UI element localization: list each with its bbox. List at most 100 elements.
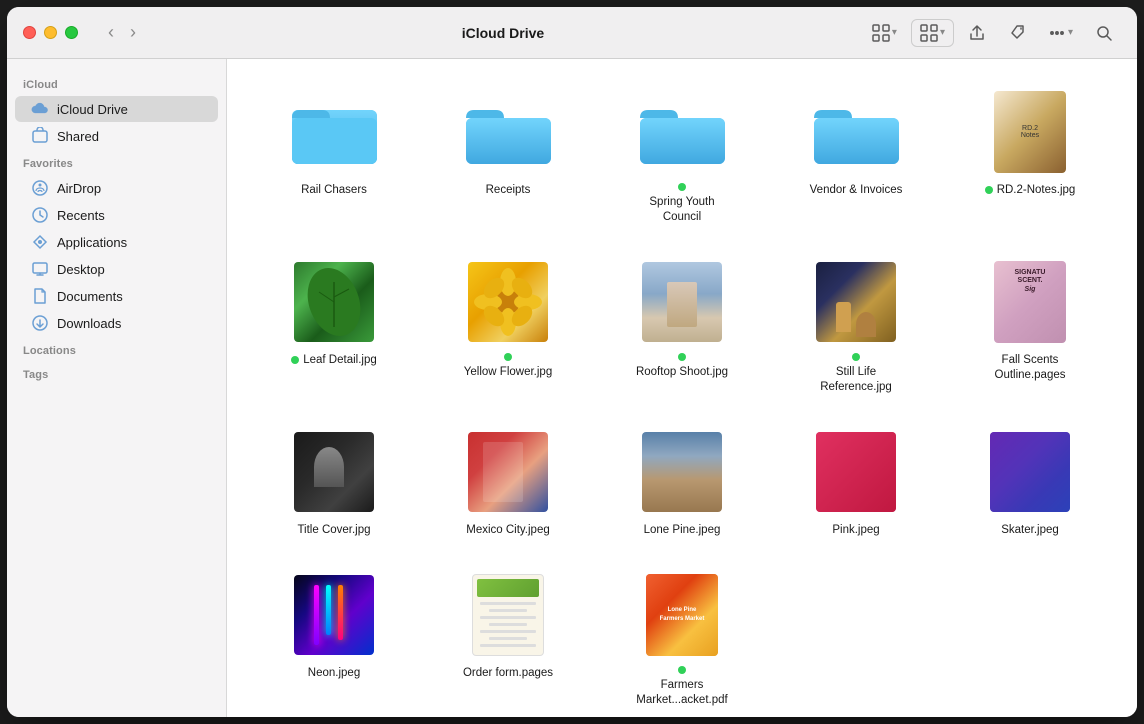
file-name: Title Cover.jpg [297,523,370,538]
list-item[interactable]: Yellow Flower.jpg [425,249,591,403]
back-button[interactable]: ‹ [102,20,120,45]
file-name: Spring Youth Council [632,183,732,225]
file-name-text: Farmers Market...acket.pdf [632,678,732,708]
sidebar: iCloud iCloud Drive Shared [7,59,227,717]
list-item[interactable]: Pink.jpeg [773,419,939,546]
document-icon [31,287,49,305]
file-name: Yellow Flower.jpg [458,353,558,380]
shared-icon [31,127,49,145]
sidebar-label-applications: Applications [57,235,127,250]
sync-dot [678,353,686,361]
sidebar-label-airdrop: AirDrop [57,181,101,196]
thumb-fall-scents: SIGNATUSCENT.Sig [985,257,1075,347]
file-name-text: Fall Scents Outline.pages [980,353,1080,383]
search-icon [1095,24,1113,42]
main-content: Rail Chasers [227,59,1137,717]
list-item[interactable]: Order form.pages [425,562,591,716]
farmers-market-image: Lone PineFarmers Market [646,574,718,656]
grid-icon [872,24,890,42]
file-name: Rooftop Shoot.jpg [632,353,732,380]
traffic-lights [23,26,78,39]
window-title: iCloud Drive [150,25,856,41]
thumb-rooftop [637,257,727,347]
minimize-button[interactable] [44,26,57,39]
file-name-text: Title Cover.jpg [297,523,370,538]
lone-pine-image [642,432,722,512]
list-item[interactable]: Lone Pine.jpeg [599,419,765,546]
more-chevron-icon: ▾ [1068,27,1073,38]
file-name: RD.2-Notes.jpg [985,183,1076,198]
sidebar-item-recents[interactable]: Recents [15,202,218,228]
share-button[interactable] [960,20,994,46]
sidebar-item-airdrop[interactable]: AirDrop [15,175,218,201]
thumb-rd-notes: RD.2Notes [985,87,1075,177]
list-item[interactable]: Skater.jpeg [947,419,1113,546]
folder-thumb-spring-youth [637,87,727,177]
list-item[interactable]: Mexico City.jpeg [425,419,591,546]
sync-dot [504,353,512,361]
thumb-order-form [463,570,553,660]
desktop-icon [31,260,49,278]
file-name: Farmers Market...acket.pdf [632,666,732,708]
sync-dot [678,666,686,674]
file-name-text: Yellow Flower.jpg [464,365,552,380]
finder-window: ‹ › iCloud Drive ▾ [7,7,1137,717]
list-item[interactable]: Spring Youth Council [599,79,765,233]
rd-notes-image: RD.2Notes [994,91,1066,173]
list-item[interactable]: Receipts [425,79,591,233]
file-name-text: Rooftop Shoot.jpg [636,365,728,380]
list-view-button[interactable]: ▾ [911,19,954,47]
tag-icon [1008,24,1026,42]
search-button[interactable] [1087,20,1121,46]
folder-thumb-receipts [463,87,553,177]
thumb-pink [811,427,901,517]
sync-dot [678,183,686,191]
titlebar: ‹ › iCloud Drive ▾ [7,7,1137,59]
file-name: Pink.jpeg [832,523,879,538]
list-item[interactable]: Rooftop Shoot.jpg [599,249,765,403]
list-item[interactable]: Rail Chasers [251,79,417,233]
file-name: Vendor & Invoices [810,183,903,198]
files-grid: Rail Chasers [251,79,1113,716]
ellipsis-icon [1048,24,1066,42]
file-name: Lone Pine.jpeg [644,523,721,538]
forward-button[interactable]: › [124,20,142,45]
sidebar-item-documents[interactable]: Documents [15,283,218,309]
icon-view-button[interactable]: ▾ [864,20,905,46]
sidebar-item-applications[interactable]: Applications [15,229,218,255]
list-item[interactable]: Still Life Reference.jpg [773,249,939,403]
file-name-text: Vendor & Invoices [810,183,903,198]
list-item[interactable]: Lone PineFarmers Market Farmers Market..… [599,562,765,716]
folder-thumb-vendor [811,87,901,177]
sidebar-section-tags: Tags [7,361,226,385]
list-item[interactable]: RD.2Notes RD.2-Notes.jpg [947,79,1113,233]
list-item[interactable]: Leaf Detail.jpg [251,249,417,403]
folder-thumb-rail-chasers [289,87,379,177]
list-item[interactable]: Vendor & Invoices [773,79,939,233]
nav-buttons: ‹ › [102,20,142,45]
file-name: Leaf Detail.jpg [291,353,377,368]
list-item[interactable]: Title Cover.jpg [251,419,417,546]
file-name-text: Order form.pages [463,666,553,681]
sidebar-item-downloads[interactable]: Downloads [15,310,218,336]
list-item[interactable]: SIGNATUSCENT.Sig Fall Scents Outline.pag… [947,249,1113,403]
sidebar-label-icloud-drive: iCloud Drive [57,102,128,117]
sidebar-label-recents: Recents [57,208,105,223]
neon-image [294,575,374,655]
thumb-title-cover [289,427,379,517]
sidebar-item-shared[interactable]: Shared [15,123,218,149]
thumb-leaf [289,257,379,347]
list-item[interactable]: Neon.jpeg [251,562,417,716]
chevron-icon: ▾ [892,27,897,38]
order-form-image [472,574,544,656]
sidebar-item-desktop[interactable]: Desktop [15,256,218,282]
maximize-button[interactable] [65,26,78,39]
sidebar-item-icloud-drive[interactable]: iCloud Drive [15,96,218,122]
more-button[interactable]: ▾ [1040,20,1081,46]
file-name-text: Still Life Reference.jpg [806,365,906,395]
file-name: Receipts [486,183,531,198]
sidebar-section-favorites: Favorites [7,150,226,174]
file-name-text: Mexico City.jpeg [466,523,550,538]
tag-button[interactable] [1000,20,1034,46]
close-button[interactable] [23,26,36,39]
